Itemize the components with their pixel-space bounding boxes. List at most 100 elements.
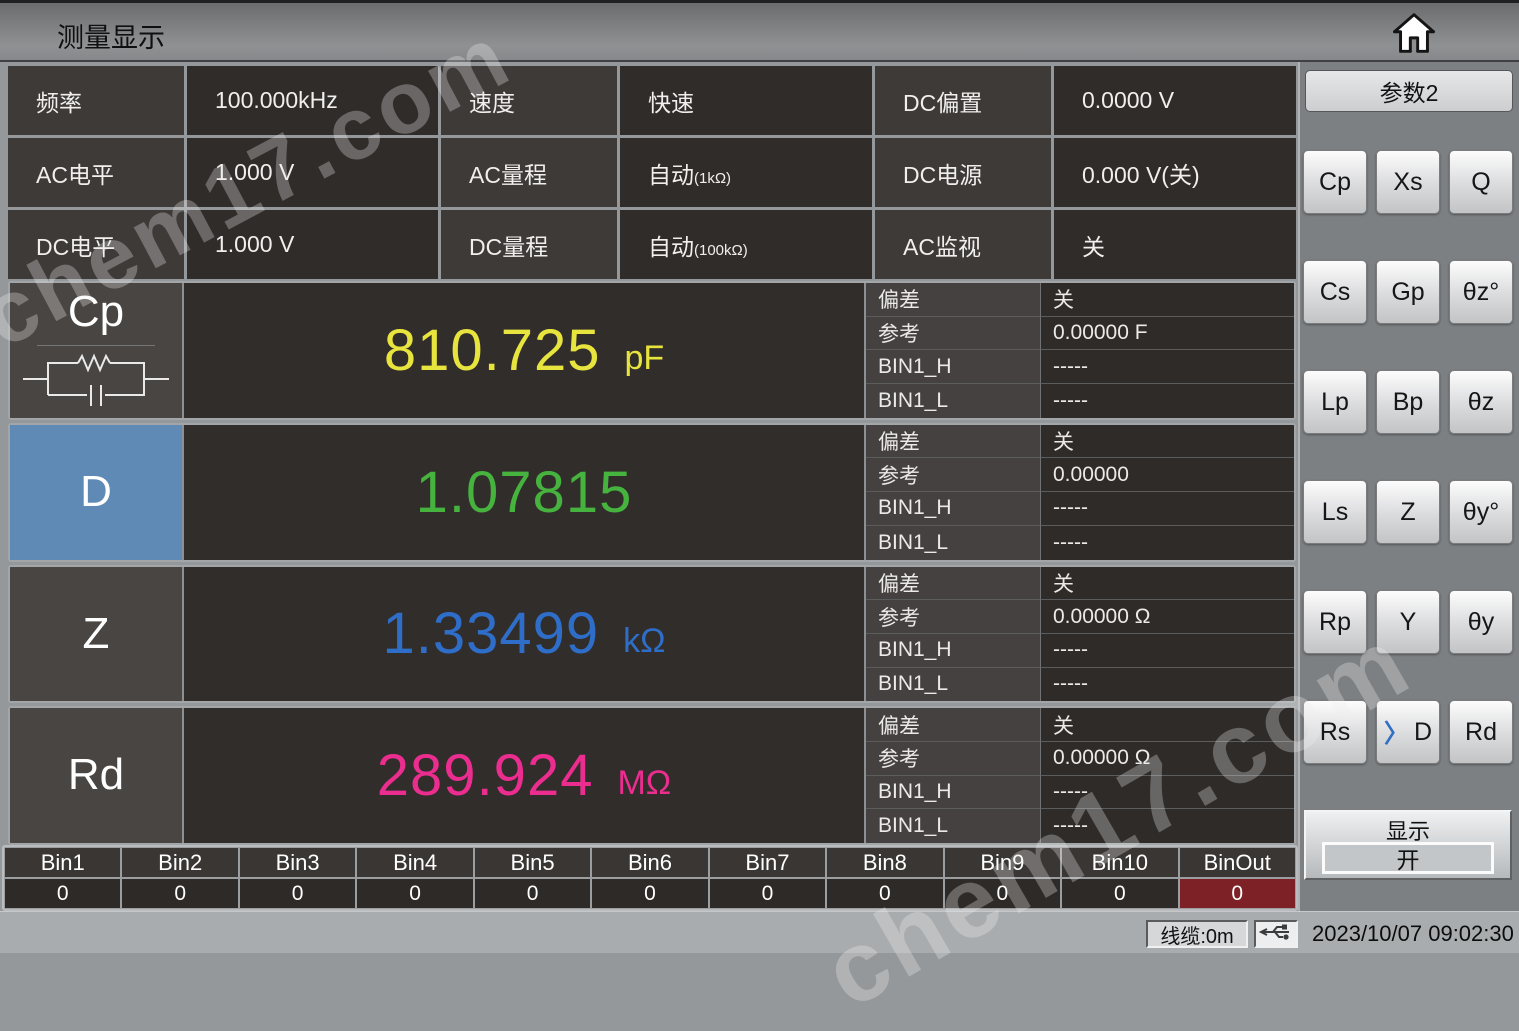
- measurement-name-rd: Rd: [68, 751, 124, 799]
- measurement-number: 1.33499: [382, 600, 599, 667]
- measurement-number: 289.924: [377, 742, 594, 809]
- measurement-value-cp: 810.725 pF: [184, 283, 864, 418]
- home-icon: [1392, 42, 1436, 59]
- usb-icon: [1259, 923, 1293, 946]
- deviation-label: 偏差: [866, 567, 1040, 601]
- param-button-rd[interactable]: Rd: [1449, 700, 1513, 764]
- param-button-d-selected[interactable]: 〉D: [1376, 700, 1440, 764]
- bin-count: 0: [1180, 879, 1295, 908]
- param-button-cp[interactable]: Cp: [1303, 150, 1367, 214]
- deviation-value: 关: [1040, 708, 1294, 742]
- measurement-value-d: 1.07815: [184, 425, 864, 560]
- bin-label: Bin2: [122, 848, 237, 877]
- bin-5: Bin50: [475, 848, 590, 908]
- param-label-ac-range: AC量程: [441, 138, 617, 207]
- param-button-rp[interactable]: Rp: [1303, 590, 1367, 654]
- deviation-label: 偏差: [866, 708, 1040, 742]
- reference-label: 参考: [866, 742, 1040, 776]
- param-value-ac-range[interactable]: 自动(1kΩ): [620, 138, 872, 207]
- bin-count: 0: [592, 879, 707, 908]
- param-label-dc-bias: DC偏置: [875, 66, 1051, 135]
- bin-label: Bin9: [945, 848, 1060, 877]
- param-label-dc-source: DC电源: [875, 138, 1051, 207]
- param-label-frequency: 频率: [8, 66, 184, 135]
- param-button-bp[interactable]: Bp: [1376, 370, 1440, 434]
- deviation-value: 关: [1040, 283, 1294, 317]
- selection-marker-icon: 〉: [1384, 714, 1409, 750]
- param-value-ac-level[interactable]: 1.000 V: [187, 138, 438, 207]
- measurement-info-rd: 偏差 关 参考 0.00000 Ω BIN1_H ----- BIN1_L --…: [864, 708, 1294, 843]
- reference-label: 参考: [866, 317, 1040, 351]
- bin-1: Bin10: [5, 848, 120, 908]
- bin-9: Bin90: [945, 848, 1060, 908]
- bin-label: Bin10: [1062, 848, 1177, 877]
- param-button-theta-y-deg[interactable]: θy°: [1449, 480, 1513, 544]
- param-label-ac-monitor: AC监视: [875, 210, 1051, 279]
- measurement-label-rd[interactable]: Rd: [10, 708, 184, 843]
- param-button-theta-z-deg[interactable]: θz°: [1449, 260, 1513, 324]
- bin-label: Bin7: [710, 848, 825, 877]
- reference-value: 0.00000 Ω: [1040, 742, 1294, 776]
- deviation-label: 偏差: [866, 283, 1040, 317]
- measurement-label-z[interactable]: Z: [10, 567, 184, 702]
- display-on-button[interactable]: 开: [1322, 842, 1494, 874]
- measurement-name-z: Z: [83, 610, 110, 658]
- bin1-low-value: -----: [1040, 668, 1294, 702]
- bin1-high-value: -----: [1040, 634, 1294, 668]
- home-button[interactable]: [1392, 11, 1436, 55]
- param-value-dc-range[interactable]: 自动(100kΩ): [620, 210, 872, 279]
- param-button-rs[interactable]: Rs: [1303, 700, 1367, 764]
- measurement-value-rd: 289.924 MΩ: [184, 708, 864, 843]
- title-bar: 测量显示: [0, 0, 1519, 62]
- param-button-xs[interactable]: Xs: [1376, 150, 1440, 214]
- bin1-low-label: BIN1_L: [866, 384, 1040, 418]
- param-value-dc-level[interactable]: 1.000 V: [187, 210, 438, 279]
- measurement-label-d[interactable]: D: [10, 425, 184, 560]
- param-value-frequency[interactable]: 100.000kHz: [187, 66, 438, 135]
- param-button-theta-z[interactable]: θz: [1449, 370, 1513, 434]
- param-button-y[interactable]: Y: [1376, 590, 1440, 654]
- param2-header-button[interactable]: 参数2: [1305, 70, 1513, 112]
- measurement-rows: Cp 810.725 pF 偏差 关 参考: [8, 281, 1296, 845]
- param-button-lp[interactable]: Lp: [1303, 370, 1367, 434]
- param-value-ac-monitor[interactable]: 关: [1054, 210, 1296, 279]
- bin-counter-strip: Bin10 Bin20 Bin30 Bin40 Bin50 Bin60 Bin7…: [2, 845, 1298, 911]
- measurement-name-cp: Cp: [68, 288, 124, 336]
- bin-2: Bin20: [122, 848, 237, 908]
- bin-label: Bin8: [827, 848, 942, 877]
- param-button-z[interactable]: Z: [1376, 480, 1440, 544]
- param-value-speed[interactable]: 快速: [620, 66, 872, 135]
- param-button-cs[interactable]: Cs: [1303, 260, 1367, 324]
- param-button-ls[interactable]: Ls: [1303, 480, 1367, 544]
- bin-count: 0: [1062, 879, 1177, 908]
- bin-count: 0: [475, 879, 590, 908]
- label-divider: [37, 345, 155, 346]
- param-button-theta-y[interactable]: θy: [1449, 590, 1513, 654]
- bin1-high-value: -----: [1040, 492, 1294, 526]
- measurement-name-d: D: [80, 468, 112, 516]
- measurement-info-z: 偏差 关 参考 0.00000 Ω BIN1_H ----- BIN1_L --…: [864, 567, 1294, 702]
- bin-label: Bin1: [5, 848, 120, 877]
- measurement-number: 810.725: [384, 317, 601, 384]
- param-button-q[interactable]: Q: [1449, 150, 1513, 214]
- bin1-high-label: BIN1_H: [866, 350, 1040, 384]
- measurement-row-z: Z 1.33499 kΩ 偏差 关 参考 0.00000 Ω BIN1_H --…: [8, 565, 1296, 704]
- param-value-dc-range-sub: (100kΩ): [694, 242, 748, 259]
- deviation-value: 关: [1040, 567, 1294, 601]
- page-title: 测量显示: [57, 16, 165, 55]
- reference-value: 0.00000 F: [1040, 317, 1294, 351]
- deviation-label: 偏差: [866, 425, 1040, 459]
- param-value-dc-bias[interactable]: 0.0000 V: [1054, 66, 1296, 135]
- bin1-low-value: -----: [1040, 384, 1294, 418]
- bin1-low-label: BIN1_L: [866, 668, 1040, 702]
- param-label-dc-range: DC量程: [441, 210, 617, 279]
- measurement-label-cp[interactable]: Cp: [10, 283, 184, 418]
- bin-10: Bin100: [1062, 848, 1177, 908]
- bin-count: 0: [710, 879, 825, 908]
- bin1-high-label: BIN1_H: [866, 492, 1040, 526]
- parallel-rc-circuit-icon: [21, 350, 171, 413]
- param-button-gp[interactable]: Gp: [1376, 260, 1440, 324]
- bin-count: 0: [945, 879, 1060, 908]
- param-value-dc-source[interactable]: 0.000 V(关): [1054, 138, 1296, 207]
- bin1-low-label: BIN1_L: [866, 526, 1040, 560]
